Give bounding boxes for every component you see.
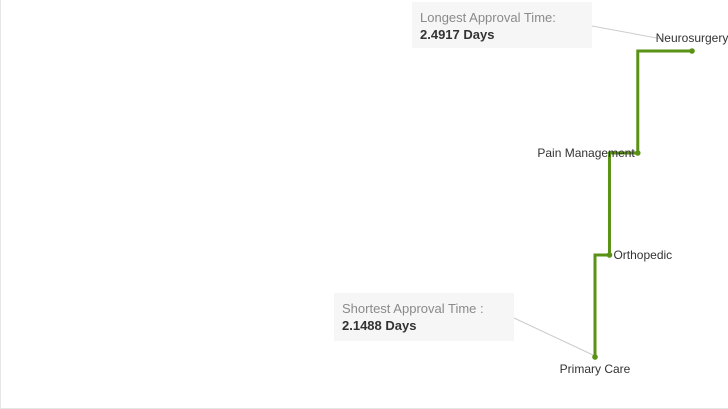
category-label-primary-care: Primary Care (560, 362, 631, 376)
callout-leader-line-shortest (513, 317, 594, 356)
data-point-pain-management[interactable] (634, 150, 641, 156)
category-label-pain-management: Pain Management (537, 146, 635, 160)
callout-shortest-title: Shortest Approval Time : (342, 301, 484, 316)
data-point-orthopedic[interactable] (606, 252, 613, 258)
data-point-primary-care[interactable] (592, 354, 598, 360)
callout-longest-title: Longest Approval Time: (420, 10, 556, 25)
callout-leader-line-longest (591, 25, 663, 40)
callout-longest-approval: Longest Approval Time: 2.4917 Days (412, 2, 592, 48)
callout-shortest-value: 2.1488 Days (342, 318, 417, 333)
category-label-neurosurgery: Neurosurgery (656, 31, 728, 45)
callout-longest-value: 2.4917 Days (420, 27, 495, 42)
callout-shortest-approval: Shortest Approval Time : 2.1488 Days (334, 293, 514, 341)
step-line-chart: Primary Care Orthopedic Pain Management Neu… (513, 25, 728, 376)
category-label-orthopedic: Orthopedic (613, 248, 672, 262)
series-step-line (593, 49, 692, 357)
data-point-neurosurgery[interactable] (689, 48, 695, 54)
